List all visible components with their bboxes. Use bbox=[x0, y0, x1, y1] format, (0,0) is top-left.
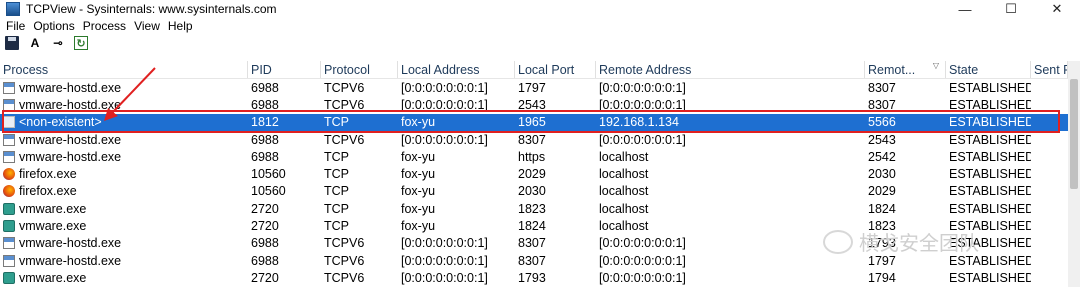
watermark: 横戈安全团队 bbox=[823, 227, 979, 256]
watermark-text: 横戈安全团队 bbox=[859, 233, 979, 255]
wechat-icon bbox=[823, 229, 853, 254]
